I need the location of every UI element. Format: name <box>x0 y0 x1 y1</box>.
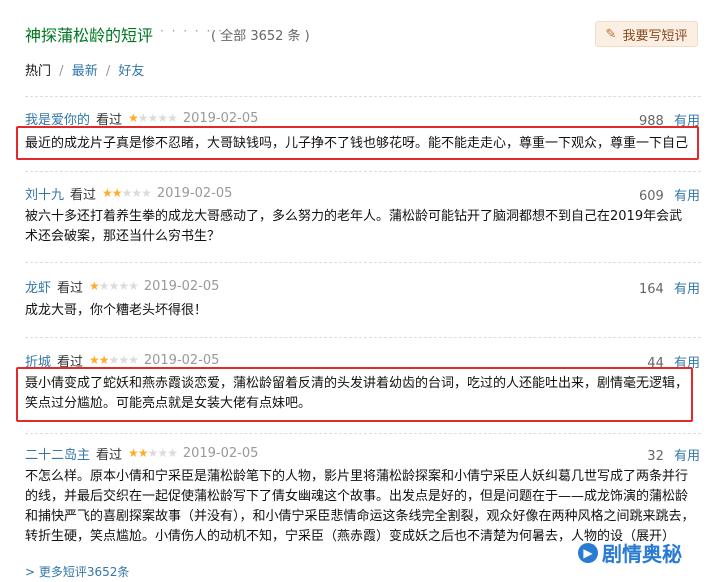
useful-button[interactable]: 有用 <box>674 189 700 204</box>
star-filled-icon: ★ <box>89 353 100 367</box>
star-filled-icon: ★ <box>128 111 139 125</box>
highlight-box <box>16 367 693 422</box>
divider <box>25 171 701 172</box>
review-status: 看过 <box>57 280 84 296</box>
review-meta: 刘十九 看过 ★★★★★ 2019-02-05 <box>25 184 233 203</box>
vote-count: 609 <box>639 189 664 204</box>
review-meta: 龙虾 看过 ★★★★★ 2019-02-05 <box>25 277 220 296</box>
divider <box>25 433 701 434</box>
star-empty-icon: ★ <box>108 353 120 367</box>
star-filled-icon: ★ <box>89 279 100 293</box>
review-meta: 二十二岛主 看过 ★★★★★ 2019-02-05 <box>25 444 259 463</box>
star-empty-icon: ★ <box>157 446 168 460</box>
star-empty-icon: ★ <box>98 279 110 293</box>
useful-button[interactable]: 有用 <box>674 449 700 464</box>
review-user[interactable]: 龙虾 <box>25 277 51 296</box>
review-user[interactable]: 我是爱你的 <box>25 109 90 128</box>
sort-tabs: 热门 / 最新 / 好友 <box>25 60 148 79</box>
star-empty-icon: ★ <box>108 279 120 293</box>
watermark-text: 剧情奥秘 <box>602 542 682 566</box>
review-votes: 32 有用 <box>647 445 700 464</box>
pencil-icon: ✎ <box>605 26 617 42</box>
star-empty-icon: ★ <box>121 186 133 200</box>
star-empty-icon: ★ <box>128 279 139 293</box>
review-user[interactable]: 刘十九 <box>25 184 64 203</box>
play-icon: ▶ <box>578 542 598 563</box>
review-text: 不怎么样。原本小倩和宁采臣是蒲松龄笔下的人物，影片里将蒲松龄探案和小倩宁采臣人妖… <box>25 469 695 544</box>
star-filled-icon: ★ <box>128 446 139 460</box>
divider <box>25 262 701 263</box>
review-status: 看过 <box>96 112 123 128</box>
star-empty-icon: ★ <box>167 111 178 125</box>
review-votes: 609 有用 <box>639 185 700 204</box>
star-empty-icon: ★ <box>147 446 159 460</box>
review-meta: 我是爱你的 看过 ★★★★★ 2019-02-05 <box>25 109 259 128</box>
review-status: 看过 <box>70 187 97 203</box>
review-status: 看过 <box>96 447 123 463</box>
star-filled-icon: ★ <box>102 186 113 200</box>
star-empty-icon: ★ <box>118 279 129 293</box>
useful-button[interactable]: 有用 <box>674 282 700 297</box>
star-filled-icon: ★ <box>111 186 123 200</box>
review-text: 被六十多还打着养生拳的成龙大哥感动了，多么努力的老年人。蒲松龄可能钻开了脑洞都想… <box>25 209 683 244</box>
review-date: 2019-02-05 <box>143 278 220 294</box>
star-empty-icon: ★ <box>128 353 139 367</box>
divider <box>25 96 701 97</box>
star-filled-icon: ★ <box>137 446 149 460</box>
highlight-box <box>16 126 699 160</box>
more-reviews-link[interactable]: > 更多短评3652条 <box>25 563 129 580</box>
rating-stars: ★★★★★ <box>128 446 178 460</box>
review-date: 2019-02-05 <box>156 185 233 201</box>
review-votes: 164 有用 <box>639 278 700 297</box>
write-review-label: 我要写短评 <box>622 28 688 44</box>
vote-count: 164 <box>639 282 664 297</box>
watermark: ▶ 剧情奥秘 <box>578 538 682 567</box>
tab-friends[interactable]: 好友 <box>118 64 144 79</box>
vote-count: 32 <box>647 449 664 464</box>
tab-separator: / <box>59 64 64 79</box>
total-count[interactable]: ( 全部 3652 条 ) <box>211 25 310 44</box>
star-empty-icon: ★ <box>141 186 152 200</box>
rating-stars: ★★★★★ <box>89 279 139 293</box>
star-empty-icon: ★ <box>131 186 142 200</box>
star-empty-icon: ★ <box>167 446 178 460</box>
tab-separator: / <box>105 64 111 79</box>
rating-stars: ★★★★★ <box>102 186 152 200</box>
review-date: 2019-02-05 <box>182 110 259 126</box>
section-title: 神探蒲松龄的短评 <box>25 26 154 45</box>
review-user[interactable]: 二十二岛主 <box>25 444 90 463</box>
divider <box>25 337 701 338</box>
tab-latest[interactable]: 最新 <box>72 64 98 79</box>
rating-stars: ★★★★★ <box>89 353 139 367</box>
star-empty-icon: ★ <box>118 353 129 367</box>
tab-hot[interactable]: 热门 <box>25 64 51 79</box>
write-review-button[interactable]: ✎ 我要写短评 <box>595 21 698 47</box>
star-empty-icon: ★ <box>137 111 149 125</box>
review-text: 成龙大哥，你个糟老头坏得很！ <box>25 303 208 318</box>
review-date: 2019-02-05 <box>182 445 259 461</box>
review-date: 2019-02-05 <box>143 352 220 368</box>
rating-stars: ★★★★★ <box>128 111 178 125</box>
star-filled-icon: ★ <box>98 353 110 367</box>
star-empty-icon: ★ <box>157 111 168 125</box>
star-empty-icon: ★ <box>147 111 159 125</box>
